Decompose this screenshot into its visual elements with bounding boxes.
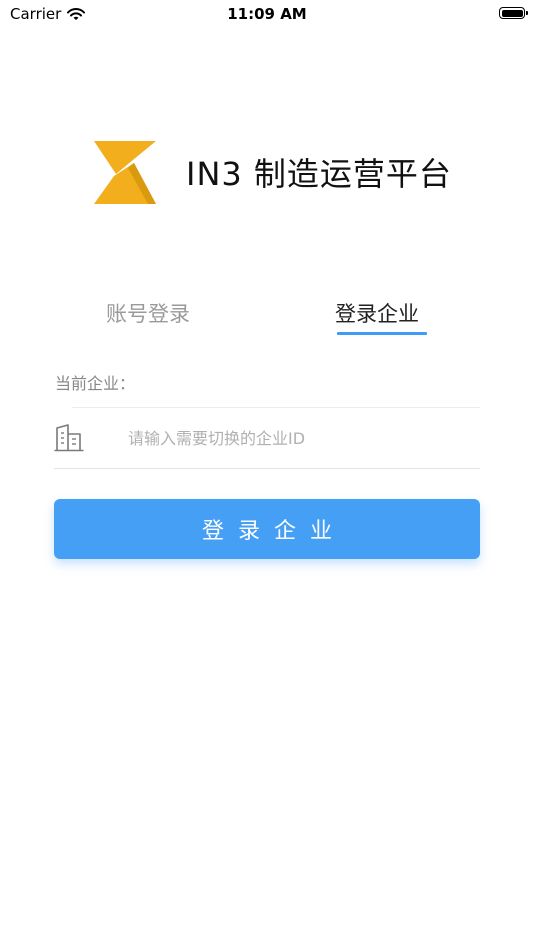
clock: 11:09 AM xyxy=(227,5,307,23)
status-bar: Carrier 11:09 AM xyxy=(0,0,534,30)
tab-account-login[interactable]: 账号登录 xyxy=(106,298,190,328)
app-title: IN3 制造运营平台 xyxy=(186,155,452,193)
in3-logo-icon xyxy=(94,141,156,204)
battery-icon xyxy=(499,7,528,19)
login-tabs: 账号登录 登录企业 xyxy=(0,298,534,338)
company-login-button[interactable]: 登录企业 xyxy=(54,499,480,559)
active-tab-indicator xyxy=(337,332,427,335)
company-id-field xyxy=(54,408,480,468)
tab-company-login[interactable]: 登录企业 xyxy=(335,298,419,328)
brand-header: IN3 制造运营平台 xyxy=(90,138,452,206)
current-company-label: 当前企业： xyxy=(55,374,136,393)
company-id-input[interactable] xyxy=(128,422,468,454)
divider xyxy=(54,468,480,469)
building-icon xyxy=(54,424,84,452)
